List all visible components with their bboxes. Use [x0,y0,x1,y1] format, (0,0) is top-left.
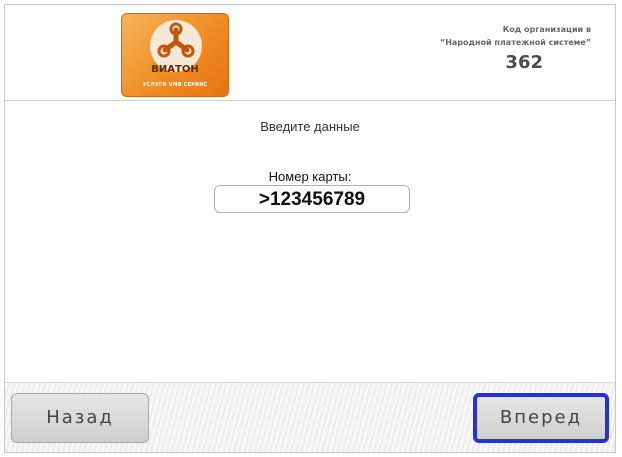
organization-info: Код организации в “Народной платежной си… [351,23,591,73]
brand-tagline: УСЛУГИ VMB СЕРВИС [142,82,208,88]
card-number-field[interactable]: >123456789 [214,185,410,213]
brand-logo: ВИАТОН УСЛУГИ VMB СЕРВИС [121,13,229,97]
org-code: 362 [505,52,543,73]
org-code-label-line1: Код организации в [502,25,591,34]
propeller-icon [157,22,195,58]
org-code-label-line2: “Народной платежной системе” [439,38,591,47]
card-number-label: Номер карты: [268,169,352,184]
forward-button[interactable]: Вперед [473,393,609,443]
instruction-text: Введите данные [260,119,360,134]
navigation-bar: Назад Вперед [5,382,615,452]
brand-name: ВИАТОН [151,64,199,75]
header: ВИАТОН УСЛУГИ VMB СЕРВИС Код организации… [5,5,615,101]
back-button[interactable]: Назад [11,393,149,443]
terminal-screen: ВИАТОН УСЛУГИ VMB СЕРВИС Код организации… [4,4,616,453]
